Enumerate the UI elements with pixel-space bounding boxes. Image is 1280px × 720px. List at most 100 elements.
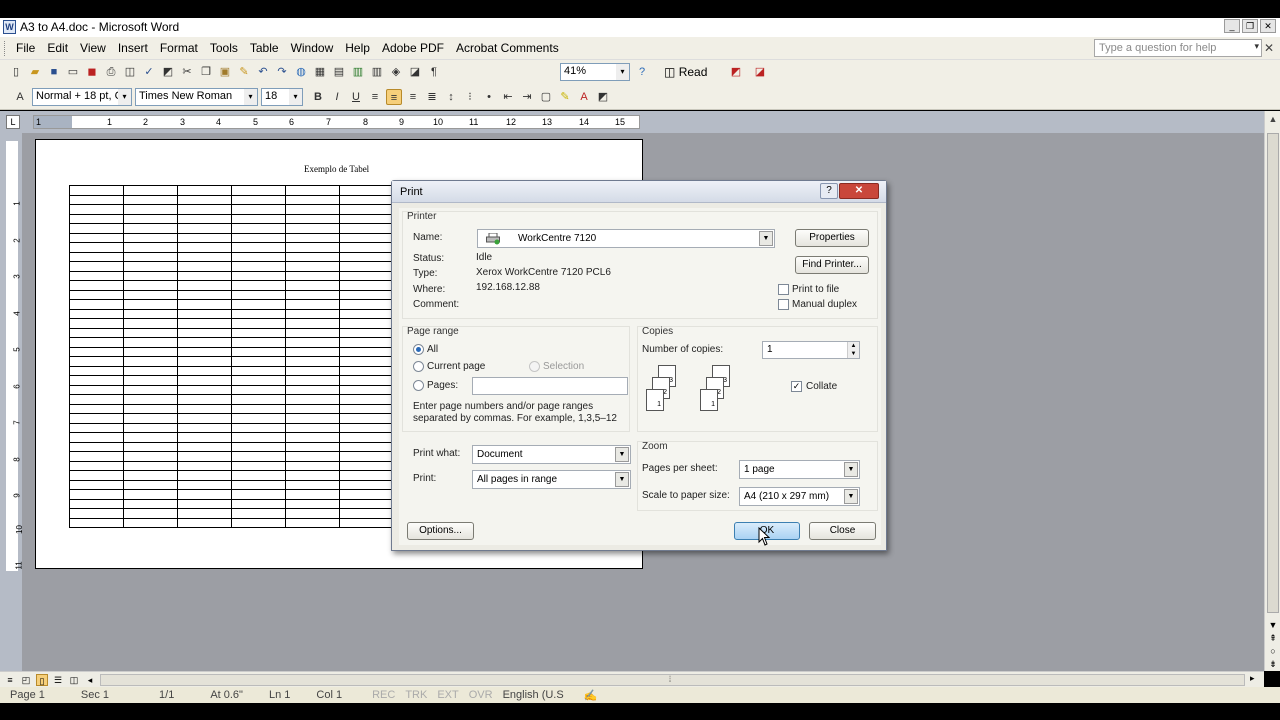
print-what-select[interactable]: Document ▼ — [472, 445, 631, 464]
chevron-down-icon[interactable]: ▼ — [615, 447, 629, 462]
menu-insert[interactable]: Insert — [112, 41, 154, 55]
table-cell[interactable] — [177, 403, 232, 414]
vertical-ruler-strip[interactable]: 1 2 3 4 5 6 7 8 9 10 11 — [6, 141, 24, 571]
table-cell[interactable] — [231, 432, 286, 443]
scroll-up-icon[interactable]: ▲ — [1265, 111, 1280, 127]
table-cell[interactable] — [177, 337, 232, 348]
table-cell[interactable] — [123, 470, 178, 481]
print-layout-icon[interactable]: ▯ — [36, 674, 48, 686]
menu-adobe-pdf[interactable]: Adobe PDF — [376, 41, 450, 55]
print-select[interactable]: All pages in range ▼ — [472, 470, 631, 489]
table-cell[interactable] — [123, 185, 178, 196]
table-cell[interactable] — [231, 498, 286, 509]
table-cell[interactable] — [339, 308, 394, 319]
table-cell[interactable] — [231, 479, 286, 490]
chevron-down-icon[interactable]: ▾ — [616, 64, 629, 80]
table-cell[interactable] — [177, 204, 232, 215]
table-cell[interactable] — [177, 470, 232, 481]
table-cell[interactable] — [339, 460, 394, 471]
table-cell[interactable] — [231, 232, 286, 243]
table-cell[interactable] — [123, 270, 178, 281]
table-cell[interactable] — [339, 280, 394, 291]
table-cell[interactable] — [231, 280, 286, 291]
table-cell[interactable] — [69, 460, 124, 471]
table-cell[interactable] — [339, 356, 394, 367]
table-cell[interactable] — [69, 185, 124, 196]
table-cell[interactable] — [177, 251, 232, 262]
all-radio[interactable] — [413, 344, 424, 355]
read-button[interactable]: ◫ Read — [664, 65, 707, 79]
spelling-status-icon[interactable]: ✍ — [564, 687, 598, 703]
menu-tools[interactable]: Tools — [204, 41, 244, 55]
border-icon[interactable]: ▢ — [538, 89, 554, 105]
menu-view[interactable]: View — [74, 41, 112, 55]
toolbar-grip[interactable] — [4, 41, 7, 56]
insert-object-icon[interactable]: ◩ — [595, 89, 611, 105]
table-cell[interactable] — [231, 289, 286, 300]
menu-format[interactable]: Format — [154, 41, 204, 55]
insert-excel-icon[interactable]: ▥ — [350, 64, 366, 80]
table-cell[interactable] — [231, 185, 286, 196]
increase-indent-icon[interactable]: ⇥ — [519, 89, 535, 105]
table-cell[interactable] — [231, 337, 286, 348]
table-cell[interactable] — [339, 384, 394, 395]
table-cell[interactable] — [177, 508, 232, 519]
table-cell[interactable] — [177, 413, 232, 424]
insert-table-icon[interactable]: ▤ — [331, 64, 347, 80]
pages-input[interactable] — [472, 377, 628, 395]
table-cell[interactable] — [339, 232, 394, 243]
table-cell[interactable] — [69, 194, 124, 205]
table-cell[interactable] — [285, 375, 340, 386]
table-cell[interactable] — [231, 375, 286, 386]
table-cell[interactable] — [69, 375, 124, 386]
table-cell[interactable] — [69, 242, 124, 253]
tables-borders-icon[interactable]: ▦ — [312, 64, 328, 80]
table-cell[interactable] — [285, 451, 340, 462]
minimize-icon[interactable]: _ — [1224, 19, 1240, 33]
table-cell[interactable] — [69, 489, 124, 500]
table-cell[interactable] — [339, 422, 394, 433]
ruler-strip[interactable]: 1 1 2 3 4 5 6 7 8 9 10 11 12 13 14 15 — [33, 115, 640, 129]
table-cell[interactable] — [123, 337, 178, 348]
table-cell[interactable] — [69, 280, 124, 291]
number-of-copies-input[interactable]: 1 ▲ ▼ — [762, 341, 860, 359]
table-cell[interactable] — [285, 384, 340, 395]
table-cell[interactable] — [231, 470, 286, 481]
table-cell[interactable] — [339, 213, 394, 224]
normal-view-icon[interactable]: ≡ — [4, 674, 16, 686]
table-cell[interactable] — [69, 498, 124, 509]
menu-window[interactable]: Window — [285, 41, 340, 55]
table-cell[interactable] — [339, 375, 394, 386]
table-cell[interactable] — [339, 403, 394, 414]
table-cell[interactable] — [285, 508, 340, 519]
table-cell[interactable] — [177, 375, 232, 386]
format-painter-icon[interactable]: ✎ — [236, 64, 252, 80]
table-cell[interactable] — [123, 508, 178, 519]
table-cell[interactable] — [123, 299, 178, 310]
table-cell[interactable] — [69, 413, 124, 424]
table-cell[interactable] — [231, 251, 286, 262]
paste-icon[interactable]: ▣ — [217, 64, 233, 80]
table-cell[interactable] — [285, 289, 340, 300]
table-cell[interactable] — [123, 441, 178, 452]
table-cell[interactable] — [69, 517, 124, 528]
styles-formatting-icon[interactable]: A — [12, 89, 28, 105]
table-cell[interactable] — [231, 460, 286, 471]
table-cell[interactable] — [123, 479, 178, 490]
table-cell[interactable] — [231, 223, 286, 234]
bullets-icon[interactable]: • — [481, 89, 497, 105]
table-cell[interactable] — [177, 489, 232, 500]
table-cell[interactable] — [123, 289, 178, 300]
vertical-scrollbar[interactable]: ▲ ▼ ⇞ ○ ⇟ — [1264, 111, 1280, 671]
highlight-icon[interactable]: ✎ — [557, 89, 573, 105]
dialog-title-bar[interactable]: Print ? ✕ — [392, 181, 886, 203]
table-cell[interactable] — [339, 251, 394, 262]
columns-icon[interactable]: ▥ — [369, 64, 385, 80]
table-cell[interactable] — [69, 365, 124, 376]
chevron-down-icon[interactable]: ▼ — [844, 462, 858, 477]
menu-help[interactable]: Help — [339, 41, 376, 55]
table-cell[interactable] — [285, 327, 340, 338]
align-center-icon[interactable]: ≡ — [386, 89, 402, 105]
table-cell[interactable] — [123, 327, 178, 338]
table-cell[interactable] — [231, 194, 286, 205]
